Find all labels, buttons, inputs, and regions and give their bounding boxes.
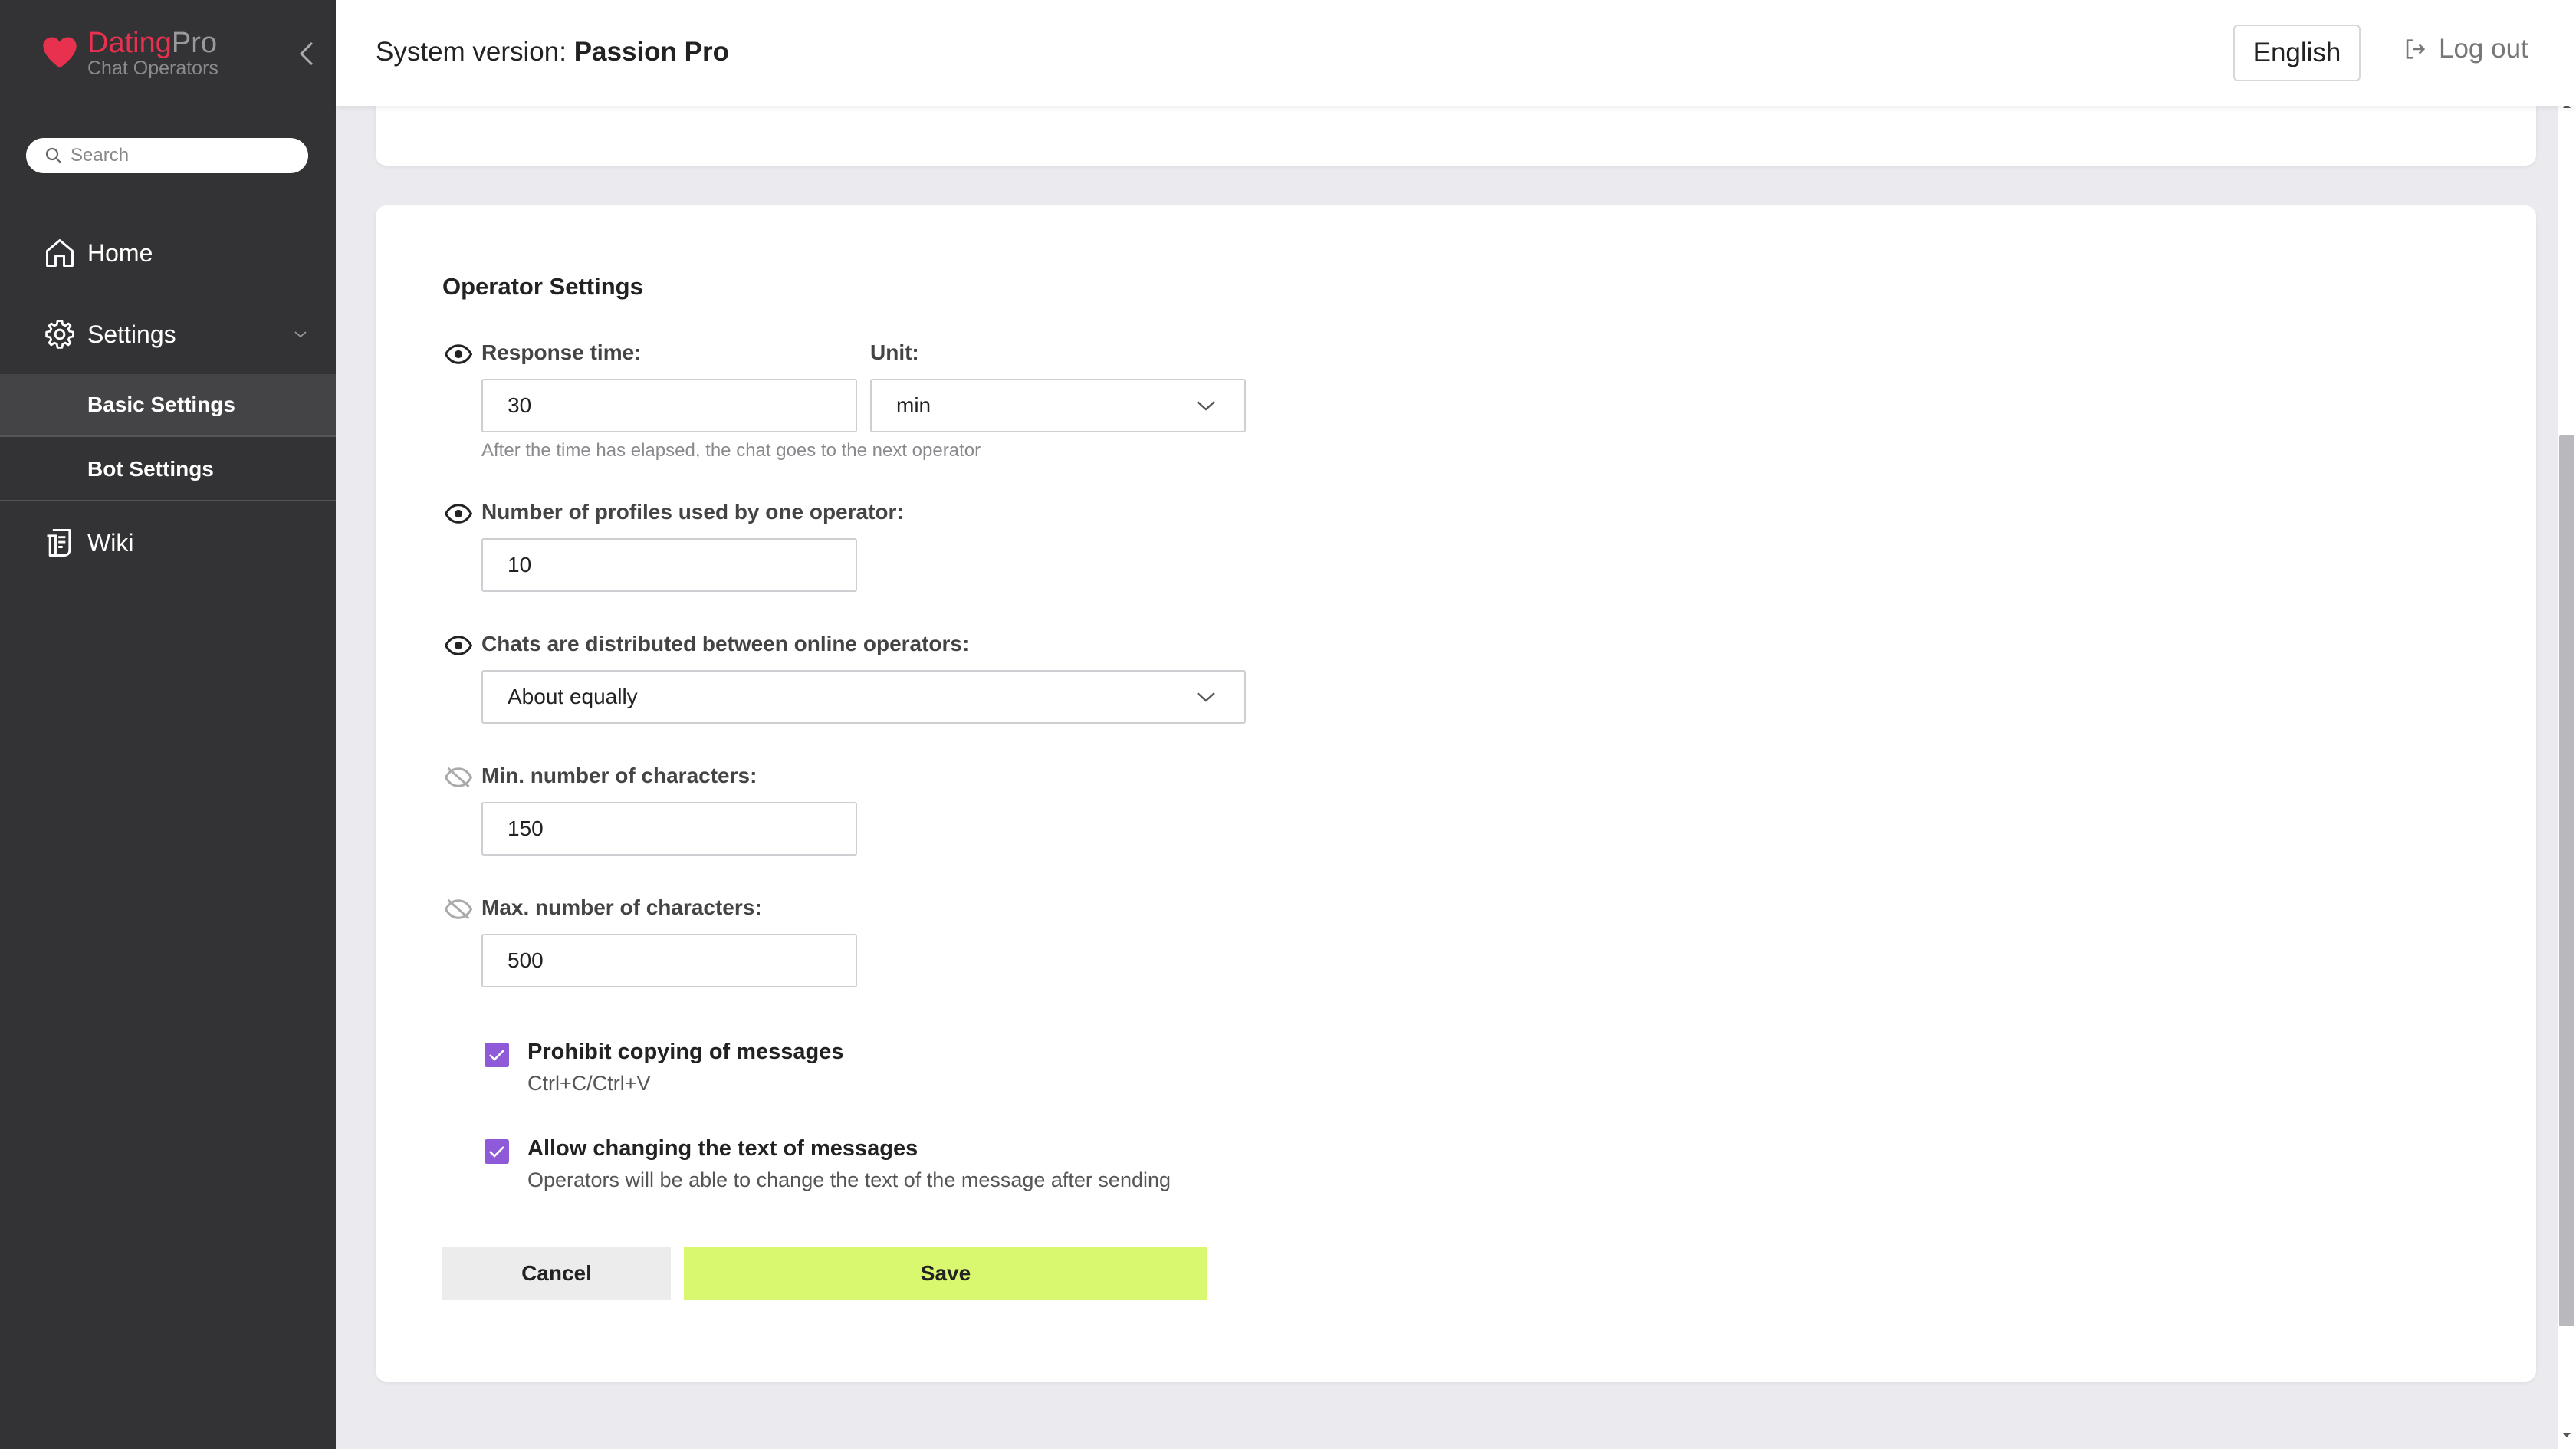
language-button[interactable]: English (2233, 25, 2361, 81)
min-chars-label: Min. number of characters: (481, 764, 757, 787)
unit-label: Unit: (870, 340, 919, 364)
eye-icon[interactable] (445, 503, 472, 524)
response-time-input[interactable] (481, 379, 857, 432)
profiles-per-operator-label: Number of profiles used by one operator: (481, 500, 904, 524)
unit-select-value: min (896, 393, 932, 417)
sidebar-item-home[interactable]: Home (0, 236, 336, 270)
sidebar-search[interactable] (26, 138, 308, 173)
sidebar: DatingPro Chat Operators Home Settings (0, 0, 336, 1449)
sidebar-item-settings[interactable]: Settings (0, 317, 336, 351)
system-version-value: Passion Pro (573, 37, 729, 67)
prohibit-copy-checkbox[interactable] (485, 1043, 509, 1067)
top-header: System version: Passion Pro English Log … (336, 0, 2576, 106)
chevron-down-icon (294, 331, 307, 338)
logout-icon (2406, 39, 2426, 59)
heart-logo-icon (43, 37, 77, 68)
response-time-label: Response time: (481, 340, 642, 364)
chat-distribution-value: About equally (508, 685, 638, 708)
brand-name-part1: Dating (87, 27, 172, 59)
system-version: System version: Passion Pro (376, 37, 729, 67)
wiki-icon (47, 529, 71, 557)
eye-icon[interactable] (445, 343, 472, 365)
cancel-button[interactable]: Cancel (442, 1247, 671, 1300)
system-version-label: System version: (376, 37, 567, 67)
min-chars-input[interactable] (481, 802, 857, 856)
checkmark-icon (489, 1050, 504, 1061)
response-time-hint: After the time has elapsed, the chat goe… (481, 440, 981, 461)
brand-name-part2: Pro (171, 27, 217, 59)
allow-edit-subtitle: Operators will be able to change the tex… (527, 1168, 1171, 1191)
sidebar-item-basic-settings[interactable]: Basic Settings (0, 374, 336, 437)
sidebar-item-wiki[interactable]: Wiki (0, 526, 336, 560)
logout-label: Log out (2439, 34, 2528, 64)
collapse-sidebar-button[interactable] (291, 38, 322, 69)
prohibit-copy-title: Prohibit copying of messages (527, 1040, 844, 1064)
scroll-down-icon[interactable] (2561, 1429, 2573, 1441)
max-chars-input[interactable] (481, 934, 857, 987)
profiles-per-operator-input[interactable] (481, 538, 857, 592)
search-input[interactable] (71, 145, 301, 166)
brand-logo[interactable]: DatingPro Chat Operators (40, 28, 219, 78)
sidebar-subitem-label: Basic Settings (87, 393, 235, 416)
sidebar-item-bot-settings[interactable]: Bot Settings (0, 439, 336, 501)
eye-off-icon[interactable] (445, 899, 472, 920)
chat-distribution-label: Chats are distributed between online ope… (481, 632, 970, 656)
section-title: Operator Settings (442, 273, 643, 300)
allow-edit-checkbox[interactable] (485, 1139, 509, 1164)
chevron-down-icon (1197, 692, 1215, 702)
max-chars-label: Max. number of characters: (481, 895, 762, 919)
sidebar-item-label: Wiki (87, 528, 134, 557)
allow-edit-title: Allow changing the text of messages (527, 1136, 918, 1161)
save-button[interactable]: Save (684, 1247, 1208, 1300)
chat-distribution-select[interactable]: About equally (481, 670, 1246, 724)
prohibit-copy-subtitle: Ctrl+C/Ctrl+V (527, 1072, 651, 1095)
sidebar-item-label: Settings (87, 320, 176, 348)
sidebar-subitem-label: Bot Settings (87, 457, 214, 481)
gear-icon (45, 320, 74, 349)
brand-subtitle: Chat Operators (87, 58, 219, 79)
operator-settings-card: Operator Settings Response time: Unit: m… (376, 205, 2536, 1382)
checkmark-icon (489, 1146, 504, 1158)
home-icon (46, 239, 74, 267)
eye-off-icon[interactable] (445, 767, 472, 788)
logout-button[interactable]: Log out (2402, 34, 2528, 64)
search-icon (45, 147, 61, 163)
chevron-down-icon (1197, 401, 1215, 411)
scrollbar-thumb[interactable] (2559, 435, 2574, 1326)
eye-icon[interactable] (445, 635, 472, 656)
sidebar-item-label: Home (87, 238, 153, 267)
unit-select[interactable]: min (870, 379, 1246, 432)
chevron-left-icon (299, 41, 314, 66)
